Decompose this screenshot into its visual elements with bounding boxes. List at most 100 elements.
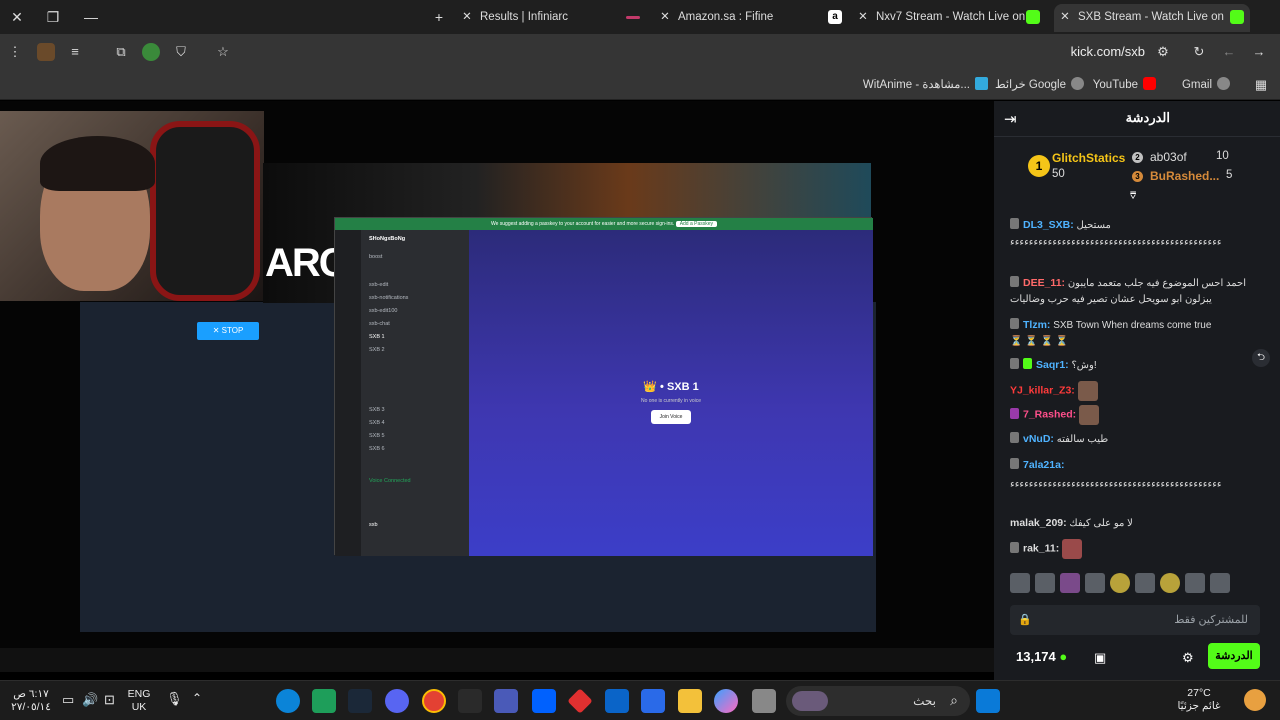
expand-leaderboard-icon[interactable]: ⩢: [1130, 191, 1136, 202]
gift-badge-icon: [1023, 358, 1032, 369]
media-queue-icon[interactable]: ≡: [66, 43, 84, 61]
language-switcher[interactable]: ENG UK: [124, 688, 154, 714]
store-icon[interactable]: [641, 689, 665, 713]
battery-icon[interactable]: ▭: [62, 692, 74, 708]
tab-nxv7-stream[interactable]: ✕ Nxv7 Stream - Watch Live on Ki: [856, 4, 1046, 32]
chat-text: وش؟!: [1071, 360, 1097, 371]
reload-icon[interactable]: ↻: [1190, 43, 1208, 61]
chat-message: rak_11:: [1010, 539, 1272, 559]
youtube-icon: [1143, 77, 1156, 90]
emote-button[interactable]: [1060, 573, 1080, 593]
extension-badge-icon[interactable]: [142, 43, 160, 61]
chat-username[interactable]: YJ_killar_Z3:: [1010, 385, 1075, 397]
microphone-icon[interactable]: 🎙: [166, 691, 183, 707]
emote-bar: [1010, 573, 1260, 595]
chat-username[interactable]: DEE_11:: [1023, 277, 1065, 289]
weather-temp: 27°C: [1187, 687, 1211, 699]
infiniarc-favicon-icon: [626, 16, 640, 19]
leaderboard-name[interactable]: ab03of: [1150, 150, 1187, 164]
tab-amazon[interactable]: ✕ Amazon.sa : Fifine a: [658, 4, 848, 32]
chat-input[interactable]: 🔒 للمشتركين فقط: [1010, 605, 1260, 635]
extensions-puzzle-icon[interactable]: ⧉: [112, 43, 130, 61]
close-tab-icon[interactable]: ✕: [460, 4, 474, 30]
chat-username[interactable]: Saqr1:: [1036, 359, 1069, 371]
extension-icon[interactable]: [37, 43, 55, 61]
weather-widget[interactable]: 27°C غائم جزئيًا: [1164, 687, 1234, 713]
chat-emote: [1077, 381, 1098, 401]
emote-button[interactable]: [1110, 573, 1130, 593]
gift-icon[interactable]: ▣: [1094, 650, 1106, 666]
steam-icon[interactable]: [348, 689, 372, 713]
chat-username[interactable]: 7ala21a:: [1023, 459, 1064, 471]
site-settings-icon[interactable]: ⚙: [1154, 43, 1172, 61]
new-tab-icon[interactable]: +: [428, 6, 450, 28]
chat-message: 7ala21a:: [1010, 457, 1272, 474]
settings-gear-icon[interactable]: ⚙: [1182, 650, 1194, 666]
bookmark-gmail[interactable]: Gmail: [1182, 77, 1230, 91]
clock[interactable]: ٦:١٧ ص ٢٧/٠٥/١٤: [6, 688, 56, 714]
dropbox-icon[interactable]: [532, 689, 556, 713]
leaderboard-name[interactable]: BuRashed...: [1150, 169, 1219, 183]
chat-username[interactable]: vNuD:: [1023, 433, 1054, 445]
search-box[interactable]: بحث ⌕: [786, 686, 970, 716]
app-icon[interactable]: [752, 689, 776, 713]
chat-username[interactable]: malak_209:: [1010, 517, 1067, 529]
close-tab-icon[interactable]: ✕: [856, 4, 870, 30]
tab-sxb-stream[interactable]: ✕ SXB Stream - Watch Live on: [1054, 4, 1250, 32]
minimize-window-icon[interactable]: —: [80, 6, 102, 28]
chat-text: مستحيل: [1076, 220, 1111, 231]
tab-title: Amazon.sa : Fifine: [678, 11, 774, 23]
emote-button[interactable]: [1035, 573, 1055, 593]
network-icon[interactable]: ⊡: [104, 692, 115, 708]
app-icon[interactable]: [567, 688, 593, 714]
chrome-icon[interactable]: [422, 689, 446, 713]
collapse-chat-icon[interactable]: ⇥: [1004, 110, 1017, 128]
weather-icon: [1244, 689, 1266, 711]
app-icon[interactable]: [494, 689, 518, 713]
bookmark-google-maps[interactable]: خرائط Google: [995, 77, 1084, 91]
close-window-icon[interactable]: ✕: [6, 6, 28, 28]
stream-video[interactable]: ✕ STOP ARC Raid We suggest adding a pass…: [0, 101, 994, 672]
copilot-icon[interactable]: [714, 689, 738, 713]
apps-grid-icon[interactable]: ▦: [1252, 76, 1270, 94]
url-field[interactable]: kick.com/sxb: [1071, 44, 1145, 59]
discord-icon[interactable]: [385, 689, 409, 713]
forward-icon[interactable]: ←: [1220, 43, 1238, 61]
restore-window-icon[interactable]: ❐: [42, 6, 64, 28]
bookmark-star-icon[interactable]: ☆: [214, 43, 232, 61]
emote-button[interactable]: [1085, 573, 1105, 593]
file-explorer-icon[interactable]: [678, 689, 702, 713]
volume-icon[interactable]: 🔊: [82, 692, 98, 708]
emote-button[interactable]: [1185, 573, 1205, 593]
search-icon: ⌕: [950, 692, 958, 708]
chat-username[interactable]: DL3_SXB:: [1023, 219, 1074, 231]
close-tab-icon[interactable]: ✕: [1058, 4, 1072, 30]
channel-points[interactable]: 13,174 ●: [1016, 649, 1067, 664]
tab-infiniarc[interactable]: ✕ Results | Infiniarc: [460, 4, 650, 32]
emote-button[interactable]: [1160, 573, 1180, 593]
emote-button[interactable]: [1010, 573, 1030, 593]
emote-button[interactable]: [1210, 573, 1230, 593]
show-hidden-icons-icon[interactable]: ⌃: [192, 691, 202, 705]
chat-username[interactable]: 7_Rashed:: [1023, 409, 1076, 421]
back-icon[interactable]: →: [1250, 43, 1268, 61]
bookmarks-bar: WitAnime - مشاهدة... خرائط Google YouTub…: [0, 70, 1280, 100]
outlook-icon[interactable]: [605, 689, 629, 713]
search-highlight-image: [792, 691, 828, 711]
app-icon[interactable]: [312, 689, 336, 713]
epic-games-icon[interactable]: [458, 689, 482, 713]
emote-button[interactable]: [1135, 573, 1155, 593]
send-chat-button[interactable]: الدردشة: [1208, 643, 1260, 669]
edge-icon[interactable]: [276, 689, 300, 713]
menu-icon[interactable]: ⋮: [6, 43, 24, 61]
scroll-to-bottom-icon[interactable]: ⮌: [1252, 349, 1270, 367]
chat-message: ءءءءءءءءءءءءءءءءءءءءءءءءءءءءءءءءءءءءءءءء…: [1010, 235, 1272, 251]
start-icon[interactable]: [976, 689, 1000, 713]
close-tab-icon[interactable]: ✕: [658, 4, 672, 30]
shield-icon[interactable]: ⛉: [172, 43, 190, 61]
chat-username[interactable]: Tlzm:: [1023, 319, 1050, 331]
leaderboard-name[interactable]: GlitchStatics: [1052, 151, 1125, 165]
bookmark-youtube[interactable]: YouTube: [1093, 77, 1156, 91]
chat-username[interactable]: rak_11:: [1023, 543, 1059, 555]
bookmark-witanime[interactable]: WitAnime - مشاهدة...: [863, 77, 988, 91]
